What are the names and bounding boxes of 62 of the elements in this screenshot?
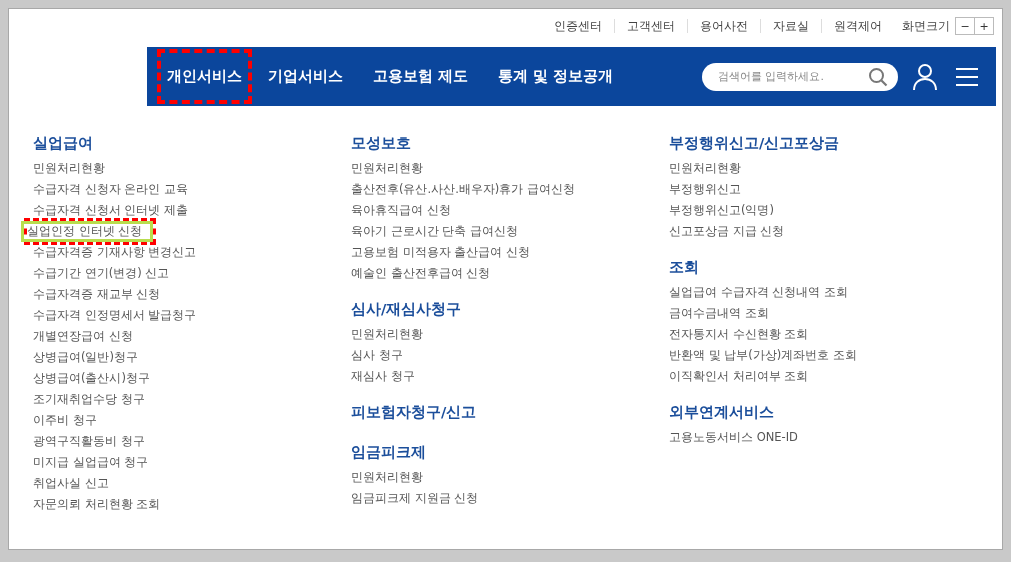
utility-link[interactable]: 용어사전 [687,19,760,33]
menu-link[interactable]: 조기재취업수당 청구 [33,392,145,407]
menu-link[interactable]: 고용노동서비스 ONE-ID [669,430,798,445]
menu-link[interactable]: 이직확인서 처리여부 조회 [669,369,809,384]
menu-link[interactable]: 출산전후(유산.사산.배우자)휴가 급여신청 [351,182,575,197]
menu-link[interactable]: 광역구직활동비 청구 [33,434,145,449]
menu-link[interactable]: 부정행위신고 [669,182,741,197]
user-icon[interactable] [912,62,938,91]
menu-link[interactable]: 임금피크제 지원금 신청 [351,491,479,506]
menu-link[interactable]: 전자통지서 수신현황 조회 [669,327,809,342]
nav-tab[interactable]: 통계 및 정보공개 [494,61,618,92]
section-heading: 외부연계서비스 [669,403,775,422]
menu-link[interactable]: 상병급여(출산시)청구 [33,371,150,386]
font-size-button[interactable]: + [974,17,994,35]
menu-link[interactable]: 민원처리현황 [351,327,423,342]
section-heading: 임금피크제 [351,443,427,462]
font-size-button[interactable]: − [955,17,975,35]
menu-link[interactable]: 자문의뢰 처리현황 조회 [33,497,161,512]
menu-link[interactable]: 실업급여 수급자격 신청내역 조회 [669,285,848,300]
menu-link[interactable]: 민원처리현황 [33,161,105,176]
menu-link[interactable]: 육아기 근로시간 단축 급여신청 [351,224,518,239]
menu-link[interactable]: 심사 청구 [351,348,403,363]
menu-link[interactable]: 수급자격 신청서 인터넷 제출 [33,203,188,218]
nav-tab[interactable]: 개인서비스 [163,61,246,92]
nav-tab[interactable]: 고용보험 제도 [369,61,473,92]
menu-link[interactable]: 육아휴직급여 신청 [351,203,451,218]
utility-link[interactable]: 자료실 [760,19,821,33]
section-heading: 모성보호 [351,134,412,153]
section-heading: 심사/재심사청구 [351,300,463,319]
menu-icon[interactable] [956,66,978,87]
menu-link[interactable]: 재심사 청구 [351,369,415,384]
menu-link[interactable]: 신고포상금 지급 신청 [669,224,785,239]
menu-link[interactable]: 민원처리현황 [351,470,423,485]
menu-link[interactable]: 수급자격증 기재사항 변경신고 [33,245,197,260]
menu-link[interactable]: 반환액 및 납부(가상)계좌번호 조회 [669,348,857,363]
menu-link[interactable]: 금여수금내역 조회 [669,306,769,321]
section-heading: 실업급여 [33,134,94,153]
font-size-label: 화면크기 [902,18,950,34]
menu-link[interactable]: 예술인 출산전후급여 신청 [351,266,491,281]
menu-link[interactable]: 상병급여(일반)청구 [33,350,138,365]
utility-link[interactable]: 고객센터 [614,19,687,33]
menu-link[interactable]: 부정행위신고(익명) [669,203,774,218]
menu-link[interactable]: 수급기간 연기(변경) 신고 [33,266,170,281]
menu-link[interactable]: 실업인정 인터넷 신청 [21,221,154,242]
menu-link[interactable]: 수급자격 신청자 온라인 교육 [33,182,188,197]
menu-link[interactable]: 개별연장급여 신청 [33,329,133,344]
menu-link[interactable]: 이주비 청구 [33,413,97,428]
section-heading: 조회 [669,258,700,277]
menu-link[interactable]: 취업사실 신고 [33,476,109,491]
utility-link[interactable]: 원격제어 [821,19,894,33]
nav-tab[interactable]: 기업서비스 [264,61,347,92]
section-heading: 부정행위신고/신고포상금 [669,134,841,153]
menu-link[interactable]: 미지급 실업급여 청구 [33,455,149,470]
utility-link[interactable]: 인증센터 [541,19,614,33]
menu-link[interactable]: 민원처리현황 [351,161,423,176]
section-heading: 피보험자청구/신고 [351,403,478,422]
menu-link[interactable]: 민원처리현황 [669,161,741,176]
menu-link[interactable]: 수급자격증 재교부 신청 [33,287,161,302]
menu-link[interactable]: 고용보험 미적용자 출산급여 신청 [351,245,530,260]
search-field[interactable]: 검색어를 입력하세요. [702,62,898,91]
menu-link[interactable]: 수급자격 인정명세서 발급청구 [33,308,197,323]
search-icon[interactable] [868,66,888,87]
